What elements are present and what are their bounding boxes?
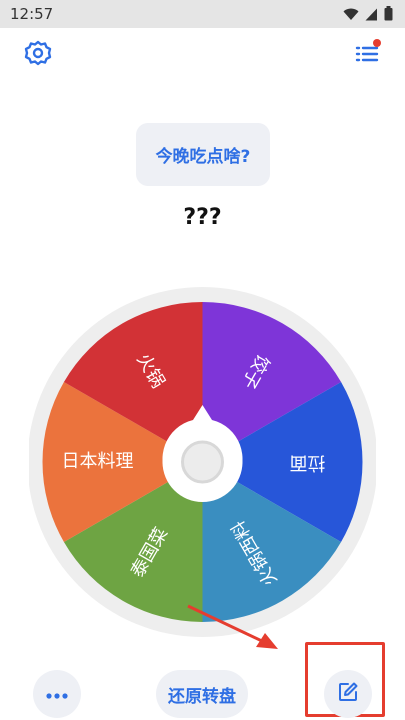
edit-button[interactable] <box>324 670 372 718</box>
battery-icon <box>384 6 393 25</box>
spin-result: ??? <box>183 205 222 230</box>
notification-badge <box>373 39 381 47</box>
more-dots-icon <box>45 685 69 704</box>
status-bar: 12:57 <box>0 0 405 28</box>
question-text: 今晚吃点啥? <box>155 147 251 167</box>
gear-icon <box>22 40 54 74</box>
wifi-icon <box>343 6 359 25</box>
spinner-wheel[interactable]: 饺子拉面火锅西料泰国菜日本料理火锅 <box>29 280 376 655</box>
edit-icon <box>337 681 359 707</box>
wheel-segment-label: 日本料理 <box>62 451 134 472</box>
system-icons <box>343 6 393 25</box>
list-icon <box>351 39 383 74</box>
wheel-segment-label: 拉面 <box>290 452 326 473</box>
question-title[interactable]: 今晚吃点啥? <box>136 123 270 186</box>
more-options-button[interactable] <box>33 670 81 718</box>
status-time: 12:57 <box>10 5 54 23</box>
reset-wheel-button[interactable]: 还原转盘 <box>156 670 248 718</box>
cell-signal-icon <box>365 6 378 25</box>
annotation-arrow <box>187 604 278 649</box>
list-menu-button[interactable] <box>351 38 383 70</box>
reset-wheel-label: 还原转盘 <box>168 686 236 707</box>
settings-button[interactable] <box>22 38 54 70</box>
